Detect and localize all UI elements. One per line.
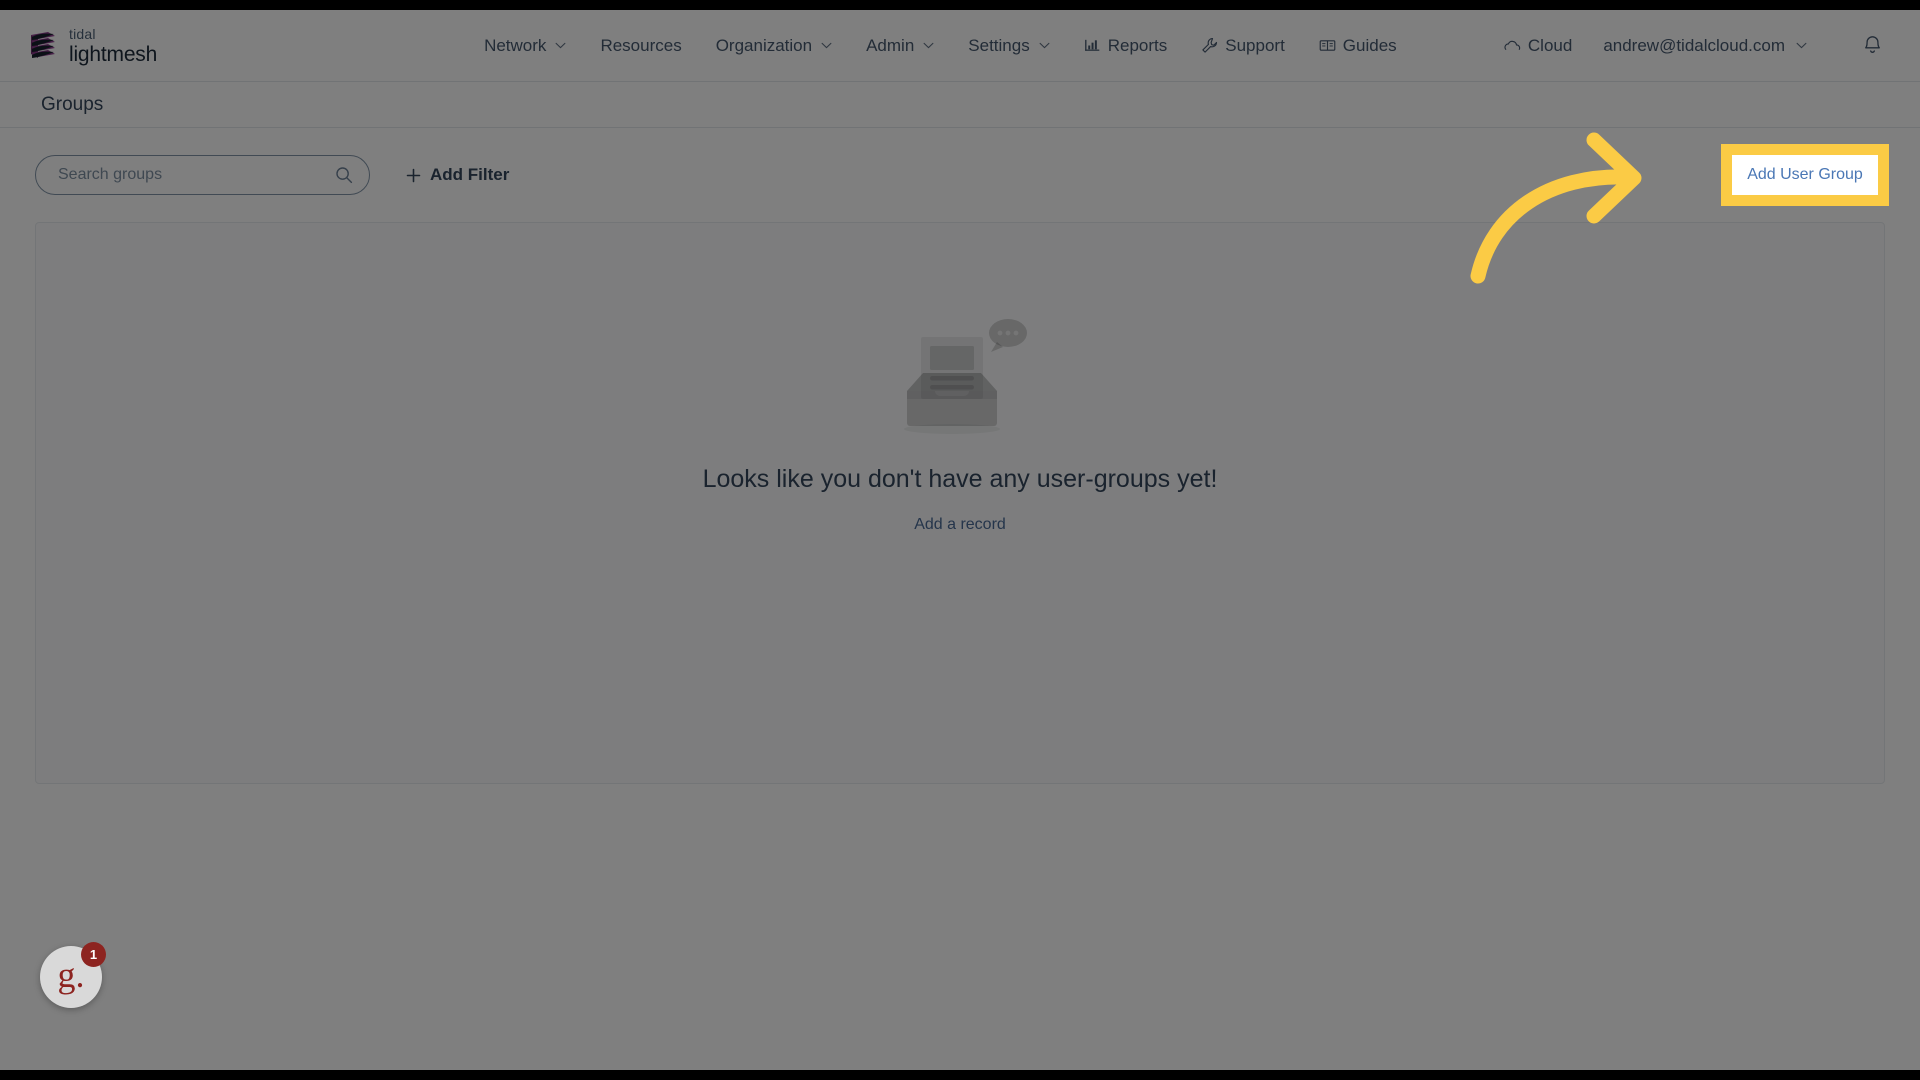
page-body: Add Filter Add User Group <box>0 128 1920 1070</box>
chevron-down-icon <box>1039 42 1050 49</box>
nav-item-guides[interactable]: Guides <box>1302 28 1414 64</box>
nav-item-support[interactable]: Support <box>1184 28 1302 64</box>
notifications-button[interactable] <box>1855 27 1890 64</box>
add-a-record-link[interactable]: Add a record <box>914 516 1006 534</box>
add-user-group-button[interactable]: Add User Group <box>1728 153 1888 197</box>
nav-item-label: Reports <box>1107 35 1168 55</box>
nav-item-label: Settings <box>968 35 1030 55</box>
book-icon <box>1319 40 1336 51</box>
bar-chart-icon <box>1084 39 1100 51</box>
nav-right-group: Cloud andrew@tidalcloud.com <box>1487 27 1894 64</box>
search-field-wrapper <box>35 155 370 195</box>
brand-name-bottom: lightmesh <box>69 42 158 66</box>
nav-item-cloud[interactable]: Cloud <box>1487 28 1589 64</box>
user-email: andrew@tidalcloud.com <box>1603 35 1785 55</box>
empty-inbox-icon <box>904 319 1027 434</box>
user-account-menu[interactable]: andrew@tidalcloud.com <box>1589 28 1821 64</box>
nav-item-label: Guides <box>1342 35 1397 55</box>
empty-state-title: Looks like you don't have any user-group… <box>702 465 1218 493</box>
nav-item-label: Support <box>1225 35 1285 55</box>
add-filter-button[interactable]: Add Filter <box>400 157 515 193</box>
nav-item-network[interactable]: Network <box>467 28 583 64</box>
cloud-icon <box>1504 40 1521 50</box>
chevron-down-icon <box>821 42 832 49</box>
nav-item-label: Resources <box>600 35 682 55</box>
chevron-down-icon <box>1796 42 1807 49</box>
wrench-icon <box>1202 37 1218 53</box>
nav-item-label: Organization <box>715 35 813 55</box>
groups-empty-state-card: Looks like you don't have any user-group… <box>35 222 1885 784</box>
guidde-notification-badge: 1 <box>81 942 106 967</box>
top-navigation-bar: tidal lightmesh Network Resources Organi… <box>0 10 1920 82</box>
page-title-bar: Groups <box>0 82 1920 128</box>
screenshot-viewport: tidal lightmesh Network Resources Organi… <box>0 0 1920 1080</box>
brand-logo[interactable]: tidal lightmesh <box>28 27 157 65</box>
lightmesh-logo-icon <box>31 31 55 58</box>
nav-item-label: Cloud <box>1527 35 1573 55</box>
nav-item-reports[interactable]: Reports <box>1067 28 1185 64</box>
search-input[interactable] <box>35 155 370 195</box>
chevron-down-icon <box>555 42 566 49</box>
nav-item-resources[interactable]: Resources <box>583 28 698 64</box>
brand-name-top: tidal <box>69 25 96 42</box>
nav-item-label: Network <box>484 35 547 55</box>
nav-item-settings[interactable]: Settings <box>951 28 1066 64</box>
app-page: tidal lightmesh Network Resources Organi… <box>0 10 1920 1070</box>
page-title: Groups <box>41 93 104 115</box>
chevron-down-icon <box>923 42 934 49</box>
add-filter-label: Add Filter <box>430 165 510 184</box>
nav-item-admin[interactable]: Admin <box>849 28 951 64</box>
list-toolbar: Add Filter Add User Group <box>0 128 1920 222</box>
nav-item-label: Admin <box>866 35 915 55</box>
main-nav-items: Network Resources Organization Admin Set… <box>467 28 1414 64</box>
guidde-help-widget[interactable]: g. 1 <box>40 942 106 1008</box>
plus-icon <box>406 168 421 182</box>
nav-item-organization[interactable]: Organization <box>699 28 849 64</box>
bell-icon <box>1865 36 1880 53</box>
